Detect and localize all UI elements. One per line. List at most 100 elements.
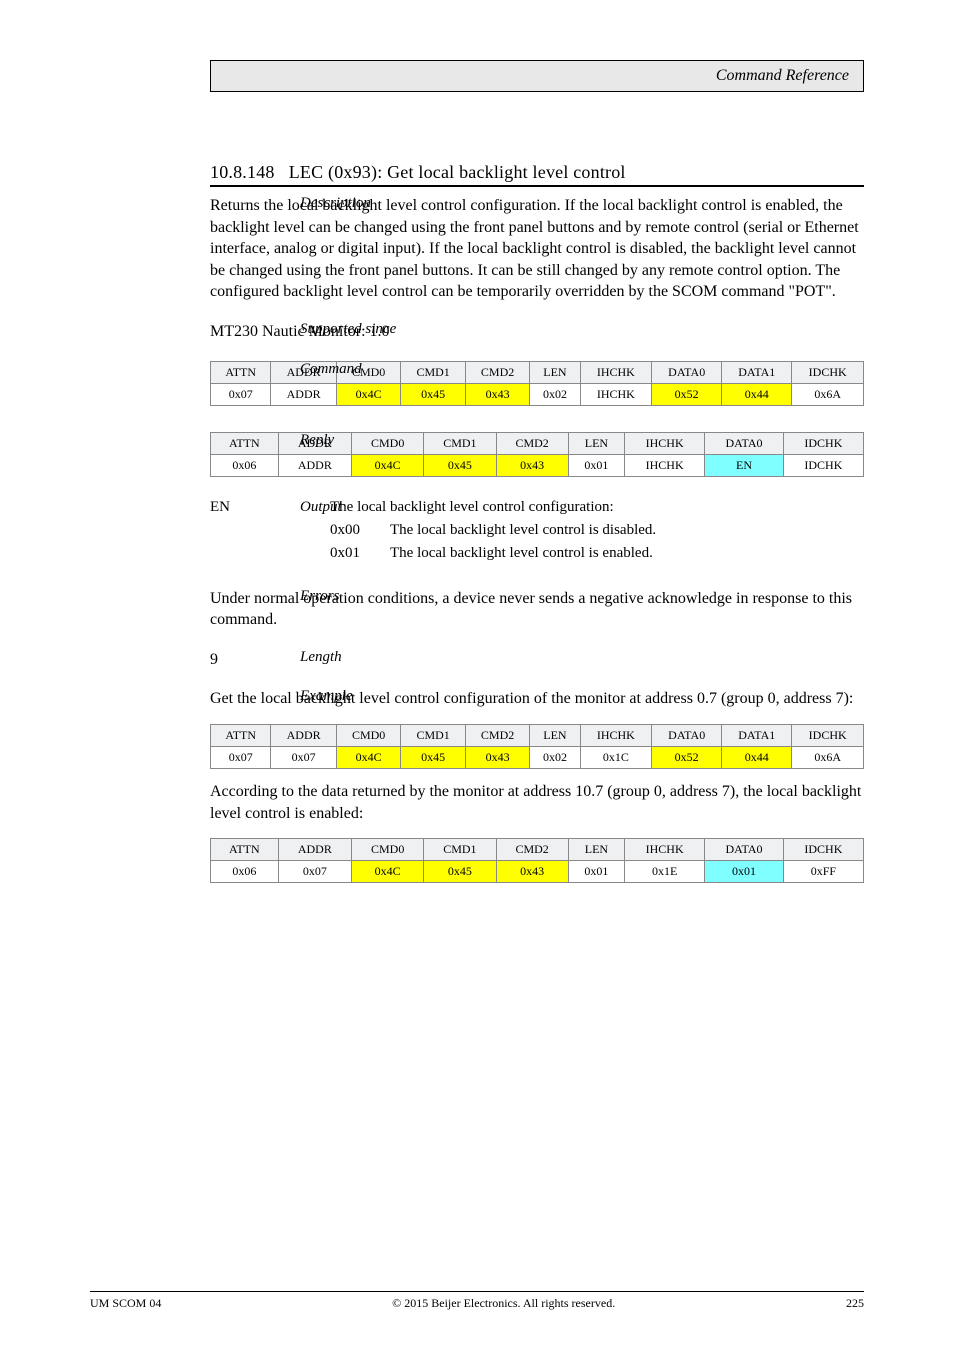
th: CMD1	[401, 724, 465, 746]
td: 0x44	[722, 383, 792, 405]
th: DATA1	[722, 361, 792, 383]
td: 0x01	[568, 454, 624, 476]
th: IDCHK	[792, 361, 864, 383]
th: DATA1	[722, 724, 792, 746]
th: IDCHK	[783, 432, 863, 454]
th: DATA0	[705, 432, 784, 454]
table-row: 0x06 ADDR 0x4C 0x45 0x43 0x01 IHCHK EN I…	[211, 454, 864, 476]
th: IDCHK	[792, 724, 864, 746]
th: ATTN	[211, 839, 279, 861]
td: IHCHK	[580, 383, 652, 405]
td: 0x02	[530, 383, 580, 405]
output-value-row: 0x00 The local backlight level control i…	[330, 522, 864, 539]
output-value-row: 0x01 The local backlight level control i…	[330, 545, 864, 562]
th: ADDR	[278, 839, 351, 861]
td: 0x4C	[352, 861, 424, 883]
section-number: 10.8.148	[210, 162, 275, 182]
table-row: ATTN ADDR CMD0 CMD1 CMD2 LEN IHCHK DATA0…	[211, 839, 864, 861]
td: 0x52	[652, 746, 722, 768]
td: 0x43	[496, 454, 568, 476]
td: 0x6A	[792, 746, 864, 768]
th: IHCHK	[580, 724, 652, 746]
table-row: 0x07 ADDR 0x4C 0x45 0x43 0x02 IHCHK 0x52…	[211, 383, 864, 405]
th: ATTN	[211, 361, 271, 383]
td: 0x43	[465, 746, 529, 768]
td: 0x45	[424, 861, 496, 883]
th: DATA0	[652, 724, 722, 746]
content-area: 10.8.148 LEC (0x93): Get local backlight…	[210, 162, 864, 883]
td: ADDR	[271, 383, 337, 405]
td: 0x07	[278, 861, 351, 883]
td: EN	[705, 454, 784, 476]
td: IDCHK	[783, 454, 863, 476]
th: LEN	[530, 361, 580, 383]
td: 0x43	[465, 383, 529, 405]
label-output: Output	[300, 499, 410, 516]
label-command: Command	[300, 361, 410, 378]
th: DATA0	[705, 839, 784, 861]
th: CMD2	[496, 839, 568, 861]
example-reply-intro: According to the data returned by the mo…	[210, 781, 864, 824]
th: DATA0	[652, 361, 722, 383]
td: 0x6A	[792, 383, 864, 405]
field-value-desc: The local backlight level control is ena…	[390, 545, 653, 562]
page: Command Reference 10.8.148 LEC (0x93): G…	[0, 0, 954, 1351]
td: ADDR	[278, 454, 351, 476]
td: 0xFF	[783, 861, 863, 883]
td: 0x06	[211, 861, 279, 883]
th: LEN	[530, 724, 580, 746]
label-errors: Errors	[300, 588, 410, 605]
td: 0x1E	[625, 861, 705, 883]
td: 0x4C	[352, 454, 424, 476]
footer-left: UM SCOM 04	[90, 1296, 161, 1311]
label-since: Supported since	[300, 321, 410, 338]
td: 0x45	[401, 746, 465, 768]
th: IHCHK	[625, 839, 705, 861]
th: CMD0	[352, 839, 424, 861]
td: 0x45	[401, 383, 465, 405]
td: 0x07	[211, 746, 271, 768]
section-rule	[210, 185, 864, 187]
field-value-desc: The local backlight level control is dis…	[390, 522, 656, 539]
section-title-text: LEC (0x93): Get local backlight level co…	[289, 162, 626, 182]
th: CMD1	[401, 361, 465, 383]
th: CMD2	[465, 361, 529, 383]
section-heading: 10.8.148 LEC (0x93): Get local backlight…	[210, 162, 864, 183]
th: CMD1	[424, 839, 496, 861]
td: 0x43	[496, 861, 568, 883]
td: 0x01	[705, 861, 784, 883]
th: ADDR	[271, 724, 337, 746]
th: ATTN	[211, 432, 279, 454]
td: 0x01	[568, 861, 624, 883]
header-box: Command Reference	[210, 60, 864, 92]
footer-right: 225	[846, 1296, 864, 1311]
th: IHCHK	[580, 361, 652, 383]
footer-center: © 2015 Beijer Electronics. All rights re…	[392, 1296, 615, 1311]
label-length: Length	[300, 649, 410, 666]
label-example: Example	[300, 688, 410, 705]
table-row: ATTN ADDR CMD0 CMD1 CMD2 LEN IHCHK DATA0…	[211, 724, 864, 746]
td: 0x45	[424, 454, 496, 476]
td: 0x4C	[336, 746, 400, 768]
th: LEN	[568, 432, 624, 454]
td: 0x07	[271, 746, 337, 768]
th: CMD0	[336, 724, 400, 746]
td: 0x4C	[336, 383, 400, 405]
th: CMD2	[496, 432, 568, 454]
footer: UM SCOM 04 © 2015 Beijer Electronics. Al…	[90, 1291, 864, 1311]
th: IHCHK	[625, 432, 705, 454]
label-reply: Reply	[300, 432, 410, 449]
field-value-code: 0x00	[330, 522, 390, 539]
example-reply-table: ATTN ADDR CMD0 CMD1 CMD2 LEN IHCHK DATA0…	[210, 838, 864, 883]
td: 0x06	[211, 454, 279, 476]
td: IHCHK	[625, 454, 705, 476]
example-command-table: ATTN ADDR CMD0 CMD1 CMD2 LEN IHCHK DATA0…	[210, 724, 864, 769]
td: 0x44	[722, 746, 792, 768]
th: CMD1	[424, 432, 496, 454]
td: 0x07	[211, 383, 271, 405]
table-row: 0x06 0x07 0x4C 0x45 0x43 0x01 0x1E 0x01 …	[211, 861, 864, 883]
td: 0x02	[530, 746, 580, 768]
table-row: 0x07 0x07 0x4C 0x45 0x43 0x02 0x1C 0x52 …	[211, 746, 864, 768]
td: 0x52	[652, 383, 722, 405]
header-title: Command Reference	[716, 67, 849, 84]
